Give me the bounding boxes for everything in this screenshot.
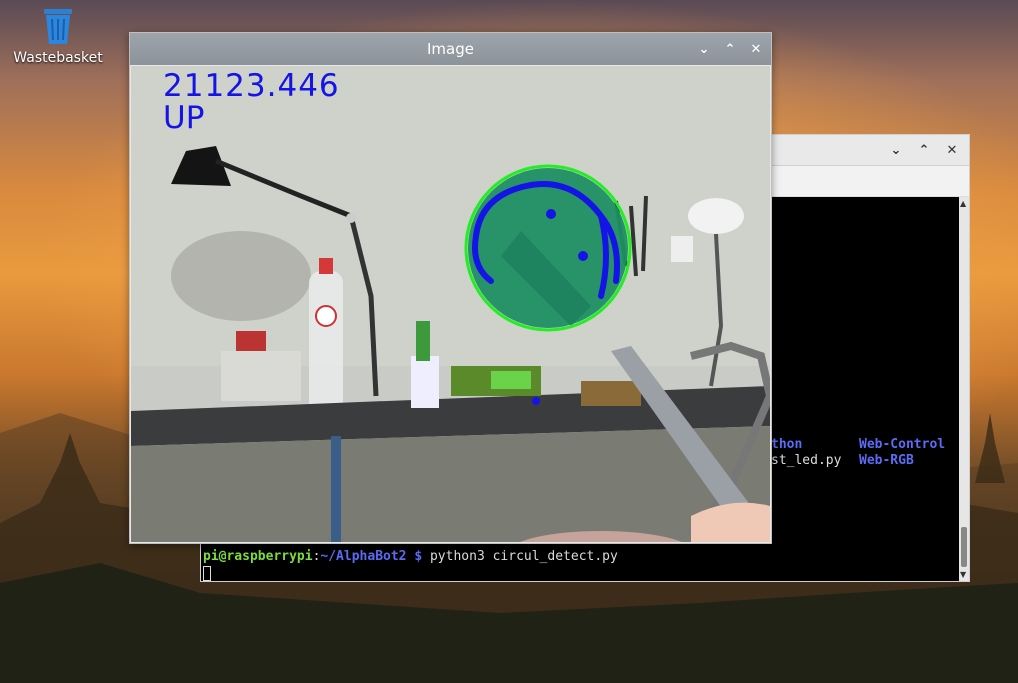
wastebasket-desktop-icon[interactable]: Wastebasket: [8, 6, 108, 66]
terminal-minimize-button[interactable]: ⌄: [887, 141, 905, 159]
scrollbar-thumb[interactable]: [961, 527, 967, 567]
listing-entry: thon: [771, 437, 803, 452]
listing-entry: Web-Control: [859, 437, 946, 452]
wastebasket-label: Wastebasket: [13, 50, 103, 66]
chevron-up-icon: ⌃: [918, 142, 930, 158]
overlay-area-value: 21123.446: [163, 68, 340, 104]
shell-prompt-line: pi@raspberrypi:~/AlphaBot2 $ python3 cir…: [203, 549, 618, 564]
image-window[interactable]: Image ⌄ ⌃ ✕ 21123.446 UP: [129, 32, 772, 544]
water-bottle: [309, 271, 343, 421]
image-window-title: Image: [427, 40, 474, 58]
terminal-close-button[interactable]: ✕: [943, 141, 961, 159]
white-lamp: [688, 198, 744, 234]
prompt-user-host: pi@raspberrypi: [203, 549, 313, 564]
terminal-scrollbar[interactable]: ▲ ▼: [959, 197, 969, 581]
close-icon: ✕: [946, 142, 958, 158]
terminal-maximize-button[interactable]: ⌃: [915, 141, 933, 159]
scroll-down-arrow-icon[interactable]: ▼: [960, 570, 966, 579]
prompt-path: ~/AlphaBot2 $: [320, 549, 423, 564]
listing-entry: Web-RGB: [859, 453, 914, 468]
scroll-up-arrow-icon[interactable]: ▲: [960, 199, 966, 208]
trash-icon: [44, 9, 72, 44]
overlay-direction: UP: [163, 100, 205, 136]
camera-scene: [131, 66, 770, 542]
camera-frame: 21123.446 UP: [131, 66, 770, 542]
listing-entry: st_led.py: [771, 453, 842, 468]
chevron-down-icon: ⌄: [890, 142, 902, 158]
terminal-cursor: [203, 566, 211, 581]
prompt-command: python3 circul_detect.py: [422, 549, 618, 564]
image-window-titlebar[interactable]: Image ⌄ ⌃ ✕: [130, 33, 771, 65]
